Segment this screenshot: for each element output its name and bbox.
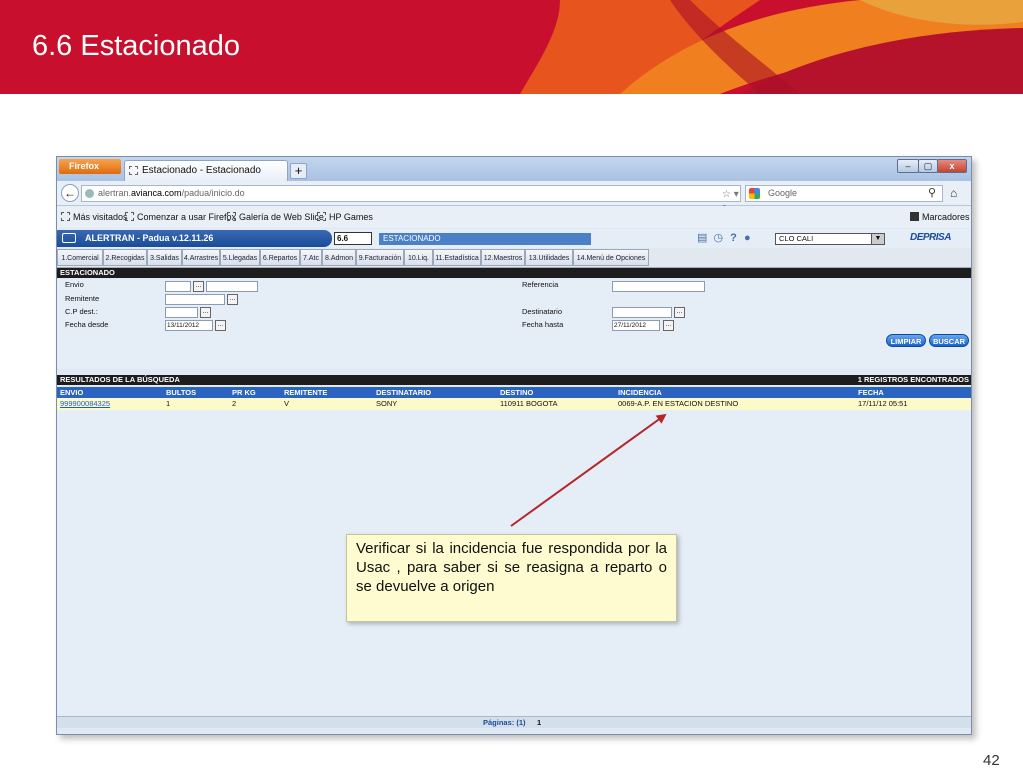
callout-arrow: [510, 413, 667, 527]
page-number: 42: [983, 752, 1000, 769]
callout-note: Verificar si la incidencia fue respondid…: [346, 534, 677, 622]
